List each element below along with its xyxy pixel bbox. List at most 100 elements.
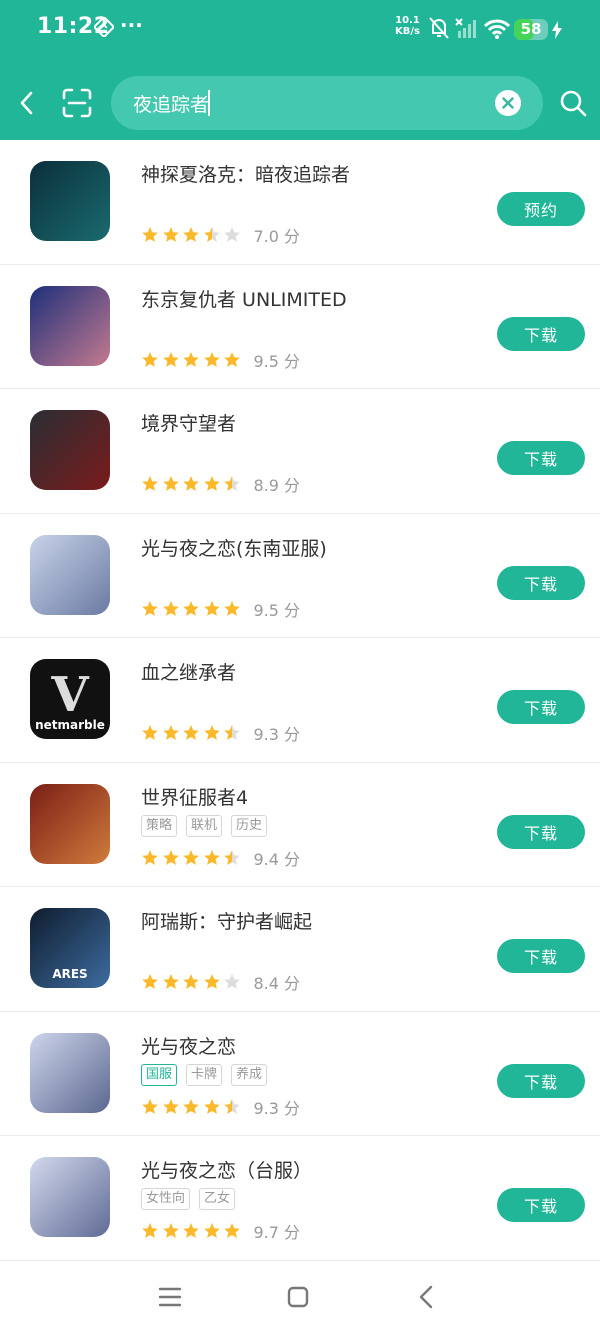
app-icon[interactable] [30,1032,110,1113]
clear-icon [502,97,514,109]
back-icon[interactable] [414,1284,440,1310]
result-item[interactable]: 光与夜之恋（台服） 女性向 乙女 9.7 分 下载 [0,1136,600,1261]
result-item[interactable]: Vnetmarble 血之继承者 9.3 分 下载 [0,638,600,763]
scan-button[interactable] [60,86,94,120]
star-icon [142,1223,158,1238]
star-icon [183,725,199,740]
app-title[interactable]: 世界征服者4 [141,783,248,810]
result-item[interactable]: 光与夜之恋(东南亚服) 9.5 分 下载 [0,514,600,638]
result-item[interactable]: 世界征服者4 策略 联机 历史 9.4 分 下载 [0,763,600,887]
app-title[interactable]: 境界守望者 [141,409,236,436]
app-icon[interactable]: ARES [30,908,110,988]
star-icon [162,351,179,367]
star-icon [183,1098,199,1114]
rating: 7.0 分 [141,223,300,247]
star-icon [224,725,240,740]
star-icon [142,1098,158,1114]
app-title[interactable]: 阿瑞斯：守护者崛起 [141,907,312,934]
rating-score: 9.3 分 [253,1098,301,1118]
result-item[interactable]: 神探夏洛克：暗夜追踪者 7.0 分 预约 [0,140,600,265]
app-title[interactable]: 东京复仇者 UNLIMITED [141,285,347,312]
star-icon [224,849,240,865]
star-icon [224,1223,240,1238]
scan-icon [62,88,92,118]
download-button[interactable]: 下载 [497,690,585,724]
app-icon-caption: ARES [52,967,88,981]
rating-score: 9.3 分 [253,725,301,744]
reserve-button[interactable]: 预约 [497,192,585,226]
star-icon [224,227,240,242]
star-icon [183,849,199,865]
star-icon [183,227,199,242]
app-icon[interactable] [30,410,110,490]
more-notifications-icon: ··· [120,13,143,37]
download-button[interactable]: 下载 [497,441,585,475]
rating-score: 8.9 分 [253,476,301,495]
app-icon[interactable] [30,783,110,864]
app-title[interactable]: 血之继承者 [141,658,236,685]
star-icon [203,1223,220,1238]
star-icon [203,725,220,740]
star-icon [162,600,179,616]
charging-icon [552,21,562,39]
download-button[interactable]: 下载 [497,1063,585,1098]
search-results-list: 神探夏洛克：暗夜追踪者 7.0 分 预约东京复仇者 UNLIMITED 9.5 分下载… [0,140,600,1261]
tag[interactable]: 历史 [231,814,268,837]
download-button[interactable]: 下载 [497,939,585,973]
star-icon [162,1223,179,1238]
navigation-icon [94,17,114,37]
tag[interactable]: 乙女 [199,1188,236,1210]
download-button[interactable]: 下载 [497,565,585,600]
result-item[interactable]: 境界守望者 8.9 分 下载 [0,389,600,514]
star-icon [224,974,240,989]
result-item[interactable]: 东京复仇者 UNLIMITED 9.5 分 下载 [0,265,600,389]
app-icon[interactable] [30,534,110,615]
tag[interactable]: 策略 [141,814,178,837]
star-icon [142,351,158,367]
app-title[interactable]: 光与夜之恋（台服） [141,1156,312,1183]
star-icon [162,476,179,491]
app-title[interactable]: 光与夜之恋(东南亚服) [141,534,327,561]
search-input[interactable] [133,87,493,119]
app-icon[interactable] [30,285,110,366]
star-icon [142,974,158,989]
star-icon [183,351,199,367]
tag[interactable]: 国服 [141,1063,178,1086]
star-icon [224,600,240,616]
tag[interactable]: 养成 [231,1063,268,1086]
star-icon [162,725,179,740]
result-item[interactable]: ARES 阿瑞斯：守护者崛起 8.4 分 下载 [0,887,600,1012]
download-button[interactable]: 下载 [497,1188,585,1222]
system-nav-bar [0,1262,600,1333]
star-icon [183,1223,199,1238]
clear-search-button[interactable] [495,90,521,116]
star-icon [203,974,220,989]
app-icon[interactable] [30,1157,110,1237]
download-button[interactable]: 下载 [497,814,585,849]
rating: 8.9 分 [141,472,300,496]
app-icon[interactable] [30,161,110,241]
app-title[interactable]: 神探夏洛克：暗夜追踪者 [141,160,350,187]
chevron-left-icon [20,91,33,115]
tag-list: 策略 联机 历史 [141,814,268,837]
search-button[interactable] [556,86,590,120]
star-icon [183,476,199,491]
result-item[interactable]: 光与夜之恋国服 卡牌 养成 9.3 分 下载 [0,1012,600,1136]
rating: 9.7 分 [141,1219,300,1243]
tag-list: 国服 卡牌 养成 [141,1063,268,1086]
star-icon [203,476,220,491]
mute-bell-icon [429,17,449,39]
battery-indicator: 58 [514,19,548,40]
home-icon[interactable] [285,1284,311,1310]
app-title[interactable]: 光与夜之恋 [141,1032,236,1059]
text-cursor [208,90,210,116]
tag[interactable]: 女性向 [141,1188,191,1210]
download-button[interactable]: 下载 [497,316,585,351]
tag[interactable]: 联机 [186,814,223,837]
menu-icon[interactable] [157,1284,183,1310]
app-icon[interactable]: Vnetmarble [30,659,110,739]
tag[interactable]: 卡牌 [186,1063,223,1086]
search-box[interactable] [111,76,543,130]
back-button[interactable] [10,86,44,120]
status-bar: 11:22 ··· 10.1 KB/s 58 [0,0,600,58]
